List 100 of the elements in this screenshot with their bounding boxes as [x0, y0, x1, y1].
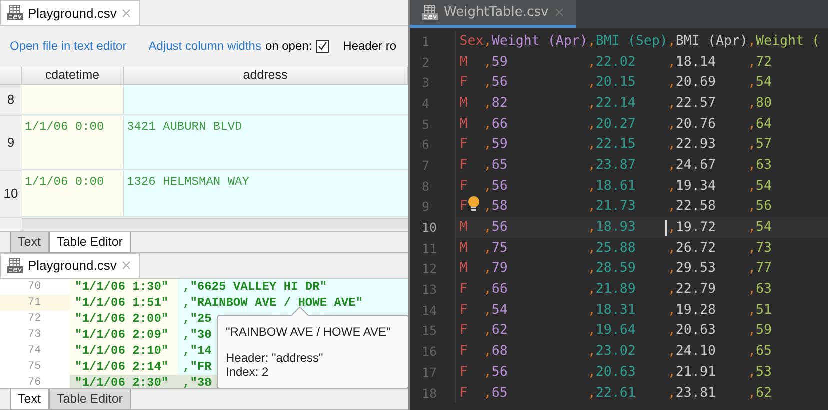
- csv-value: M: [460, 240, 468, 256]
- csv-value: ,54: [748, 75, 772, 90]
- csv-value: ,"6625 VALLEY HI DR": [183, 280, 328, 294]
- csv-value: ,53: [748, 364, 772, 380]
- csv-value: ,62: [748, 386, 772, 401]
- header-row-label: Header ro: [343, 39, 397, 54]
- csv-file-icon: [7, 5, 23, 21]
- csv-value: "1/1/06 2:14": [75, 360, 169, 374]
- csv-value: M: [460, 116, 468, 132]
- csv-value: ,57: [748, 137, 772, 152]
- csv-value: ,20.63: [588, 364, 636, 380]
- file-tab[interactable]: Playground.csv: [0, 252, 140, 278]
- csv-value: M: [460, 220, 468, 236]
- close-icon[interactable]: [122, 8, 131, 18]
- csv-value: ,22.02: [588, 54, 636, 70]
- csv-value: ,65: [484, 158, 508, 173]
- file-tab[interactable]: Playground.csv: [0, 0, 140, 25]
- csv-value: ,59: [484, 137, 508, 152]
- csv-value: "1/1/06 1:30": [75, 280, 169, 294]
- view-tab[interactable]: Table Editor: [48, 232, 131, 253]
- csv-value: ,59: [484, 54, 508, 70]
- csv-value: ,18.61: [588, 178, 636, 194]
- csv-value: ,72: [748, 54, 772, 70]
- table-cell[interactable]: 1/1/06 0:00: [22, 170, 124, 217]
- csv-value: F: [460, 386, 468, 401]
- csv-value: ,22.14: [588, 96, 636, 111]
- view-tab[interactable]: Text: [10, 232, 49, 253]
- csv-value: ,54: [748, 220, 772, 236]
- csv-value: ,75: [484, 240, 508, 256]
- csv-value: ,20.15: [588, 75, 636, 90]
- csv-value: F: [460, 282, 468, 298]
- csv-value: ,"38: [183, 376, 212, 388]
- csv-value: ,68: [484, 344, 508, 360]
- csv-value: F: [460, 75, 468, 90]
- lightbulb-icon[interactable]: [468, 196, 480, 212]
- csv-value: ,73: [748, 240, 772, 256]
- csv-value: ,18.31: [588, 302, 636, 318]
- view-tab[interactable]: Text: [10, 388, 49, 410]
- horizontal-scrollbar[interactable]: [22, 218, 408, 231]
- csv-value: ,18.93: [588, 220, 636, 236]
- csv-file-icon: [7, 258, 23, 274]
- csv-value: ,"FR: [183, 360, 212, 374]
- csv-value: ,22.15: [588, 137, 636, 152]
- csv-value: ,22.93: [668, 137, 716, 152]
- adjust-column-widths-link[interactable]: Adjust column widths: [148, 39, 262, 54]
- csv-value: ,"RAINBOW AVE / HOWE AVE": [183, 296, 364, 310]
- csv-value: ,77: [748, 261, 772, 276]
- csv-value: ,64: [748, 116, 772, 132]
- csv-value: ,23.81: [668, 386, 716, 401]
- checkbox[interactable]: [316, 40, 330, 53]
- column-header[interactable]: cdatetime: [22, 66, 124, 85]
- close-icon[interactable]: [554, 8, 564, 17]
- csv-value: ,29.53: [668, 261, 716, 276]
- csv-value: ,54: [748, 178, 772, 194]
- line-number: 71: [0, 294, 70, 311]
- csv-value: ,63: [748, 158, 772, 173]
- csv-value: ,Weight (: [748, 34, 820, 49]
- csv-value: ,21.73: [588, 199, 636, 214]
- tooltip-value: "RAINBOW AVE / HOWE AVE": [226, 324, 392, 339]
- csv-value: ,22.79: [668, 282, 716, 298]
- csv-value: ,20.63: [668, 323, 716, 338]
- csv-value: ,"25: [183, 312, 212, 326]
- csv-value: ,22.61: [588, 386, 636, 401]
- csv-value: ,19.34: [668, 178, 716, 194]
- csv-value: "1/1/06 1:51": [75, 296, 169, 310]
- csv-value: ,24.10: [668, 344, 716, 360]
- csv-value: ,26.72: [668, 240, 716, 256]
- csv-value: "1/1/06 2:09": [75, 328, 169, 342]
- file-tab[interactable]: WeightTable.csv: [410, 0, 576, 28]
- csv-value: ,59: [748, 323, 772, 338]
- csv-value: F: [460, 302, 468, 318]
- table-cell[interactable]: 1/1/06 0:00: [22, 116, 124, 170]
- csv-value: F: [460, 199, 468, 214]
- csv-value: ,Weight (Apr): [484, 34, 588, 49]
- tooltip-index: Index: 2: [226, 364, 270, 379]
- csv-value: ,23.87: [588, 158, 636, 173]
- csv-value: ,"14: [183, 344, 212, 358]
- csv-value: ,51: [748, 302, 772, 318]
- csv-value: ,66: [484, 282, 508, 298]
- csv-value: ,56: [484, 75, 508, 90]
- close-icon[interactable]: [122, 261, 131, 270]
- csv-value: F: [460, 158, 468, 173]
- csv-value: ,79: [484, 261, 508, 276]
- column-header[interactable]: address: [124, 66, 408, 85]
- csv-value: ,82: [484, 96, 508, 111]
- view-tab[interactable]: Table Editor: [48, 388, 131, 410]
- open-in-text-editor-link[interactable]: Open file in text editor: [10, 39, 127, 54]
- csv-value: ,20.76: [668, 116, 716, 132]
- csv-value: ,21.91: [668, 364, 716, 380]
- csv-value: M: [460, 54, 468, 70]
- csv-value: F: [460, 364, 468, 380]
- tooltip-header: Header: "address": [226, 350, 324, 365]
- csv-value: ,25.88: [588, 240, 636, 256]
- table-cell[interactable]: [124, 84, 408, 115]
- csv-value: ,56: [484, 178, 508, 194]
- csv-value: ,BMI (Sep): [588, 34, 668, 49]
- csv-value: ,BMI (Apr): [668, 34, 748, 49]
- csv-value: ,19.28: [668, 302, 716, 318]
- csv-value: ,56: [748, 199, 772, 214]
- table-cell[interactable]: [22, 84, 124, 115]
